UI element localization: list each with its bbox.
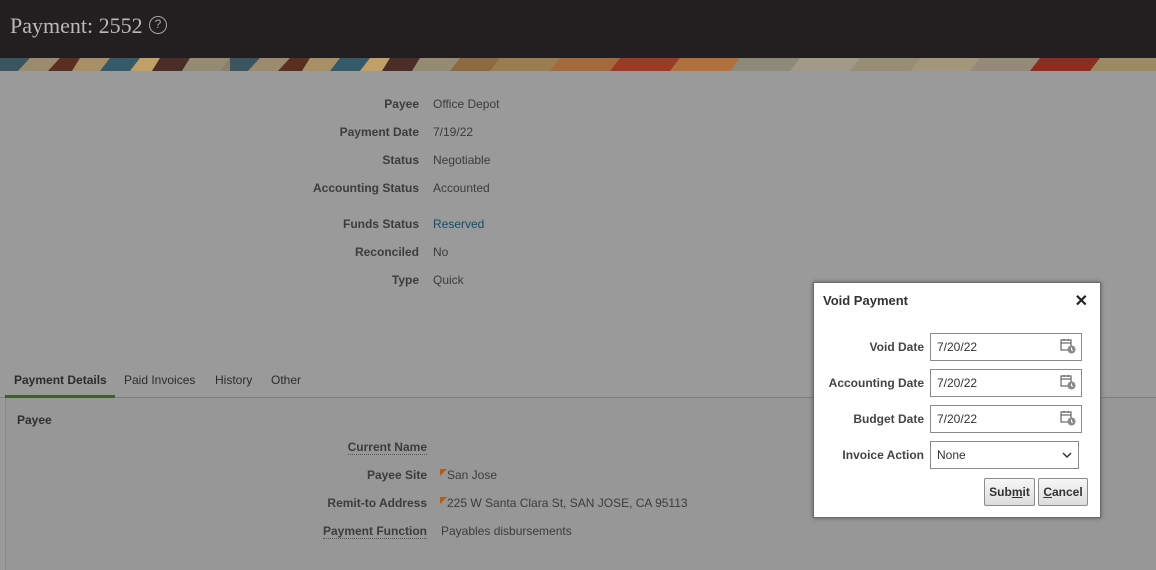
current-name-label-text: Current Name [347,440,427,455]
invoice-action-label: Invoice Action [842,448,924,462]
page-header: Payment: 2552 ? [0,0,1156,58]
invoice-action-value: None [937,448,966,462]
type-value: Quick [433,273,464,287]
payment-function-label-text: Payment Function [322,524,427,539]
accounting-status-value: Accounted [433,181,490,195]
accounting-date-field[interactable]: 7/20/22 [930,369,1082,397]
void-date-label: Void Date [869,340,924,354]
void-date-value: 7/20/22 [937,340,978,354]
close-icon[interactable]: ✕ [1075,291,1088,311]
payment-date-label: Payment Date [339,125,419,139]
help-icon[interactable]: ? [149,16,167,34]
payment-date-value: 7/19/22 [433,125,474,139]
payee-site-value: San Jose [440,468,497,482]
calendar-icon[interactable] [1060,338,1076,354]
type-label: Type [391,273,419,287]
funds-status-link[interactable]: Reserved [433,217,484,231]
budget-date-label: Budget Date [853,412,924,426]
tab-payment-details[interactable]: Payment Details [5,370,115,398]
reconciled-value: No [433,245,449,259]
current-name-label: Current Name [246,440,427,455]
void-payment-dialog: Void Payment ✕ Void Date 7/20/22 Account… [813,282,1101,518]
reconciled-label: Reconciled [354,245,419,259]
payee-site-label: Payee Site [366,468,427,482]
accounting-date-label: Accounting Date [828,376,924,390]
status-value: Negotiable [433,153,491,167]
budget-date-field[interactable]: 7/20/22 [930,405,1082,433]
cancel-button[interactable]: Cancel [1038,478,1088,506]
decorative-banner [0,58,1156,71]
banner-pattern [0,58,1156,71]
flag-icon [440,469,447,476]
accounting-date-value: 7/20/22 [937,376,978,390]
budget-date-value: 7/20/22 [937,412,978,426]
status-label: Status [382,153,419,167]
chevron-down-icon [1062,452,1072,459]
flag-icon [440,497,447,504]
tab-other[interactable]: Other [271,370,301,398]
submit-button[interactable]: Submit [984,478,1035,506]
calendar-icon[interactable] [1060,374,1076,390]
calendar-icon[interactable] [1060,410,1076,426]
payment-function-value: Payables disbursements [441,524,572,538]
remit-to-address-text: 225 W Santa Clara St, SAN JOSE, CA 95113 [447,496,688,510]
tab-history[interactable]: History [215,370,252,398]
payee-value: Office Depot [433,97,500,111]
remit-to-address-value: 225 W Santa Clara St, SAN JOSE, CA 95113 [440,496,688,510]
funds-status-label: Funds Status [342,217,419,231]
invoice-action-select[interactable]: None [930,441,1079,469]
payee-label: Payee [384,97,419,111]
dialog-title: Void Payment [823,293,909,308]
accounting-status-label: Accounting Status [312,181,419,195]
page-title: Payment: 2552 [10,13,143,38]
tab-paid-invoices[interactable]: Paid Invoices [124,370,195,398]
remit-to-address-label: Remit-to Address [327,496,427,510]
payment-function-label: Payment Function [246,524,427,539]
void-date-field[interactable]: 7/20/22 [930,333,1082,361]
section-title: Payee [17,413,52,427]
payee-site-text: San Jose [447,468,498,482]
